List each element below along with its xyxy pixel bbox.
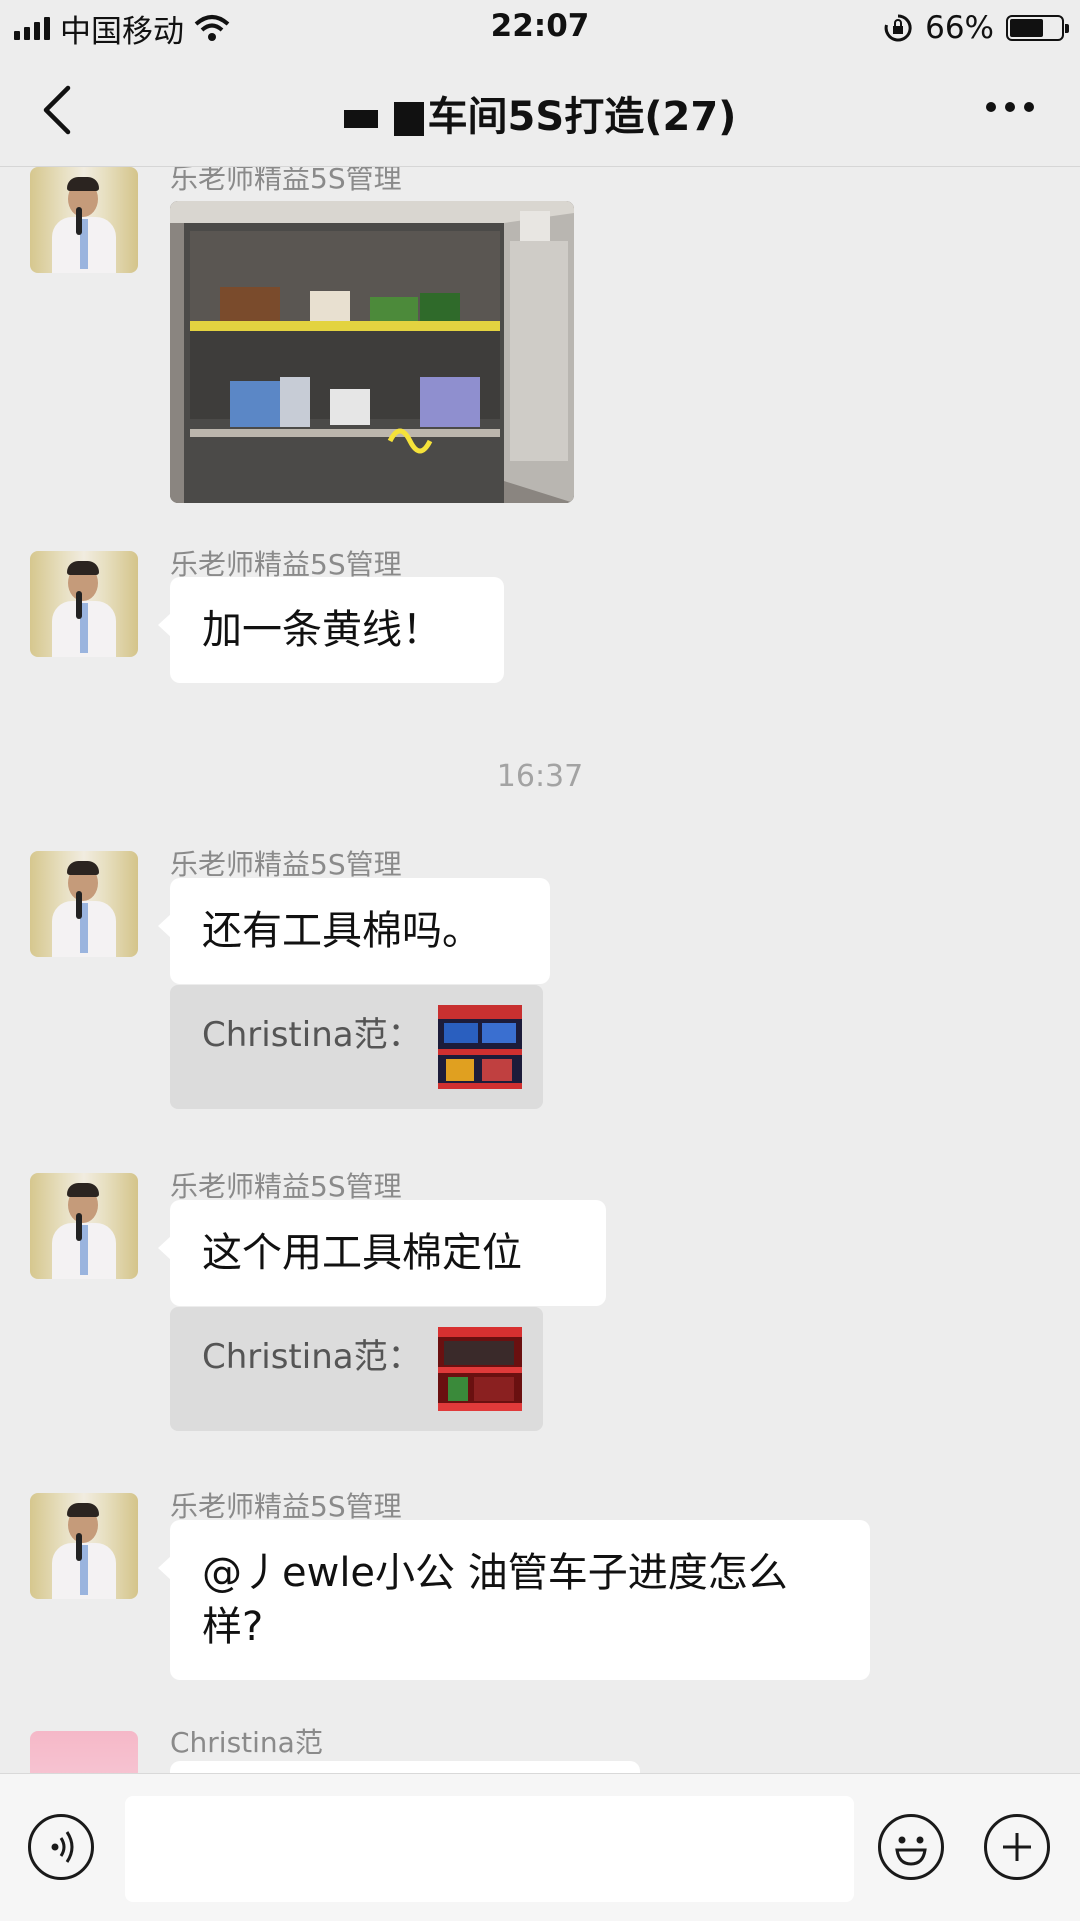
- message-bubble[interactable]: 加一条黄线！: [158, 577, 504, 683]
- more-dots-icon[interactable]: [986, 102, 1034, 112]
- avatar[interactable]: [30, 1731, 138, 1773]
- message-input[interactable]: [125, 1796, 854, 1902]
- avatar[interactable]: [30, 1493, 138, 1599]
- battery-fill: [1010, 19, 1043, 37]
- quoted-message[interactable]: Christina范：: [170, 1307, 543, 1431]
- message-bubble[interactable]: [170, 1761, 640, 1773]
- quote-thumbnail[interactable]: [438, 1327, 522, 1411]
- message-bubble[interactable]: 这个用工具棉定位: [158, 1200, 606, 1306]
- image-message[interactable]: [170, 201, 574, 503]
- timestamp: 16:37: [496, 759, 584, 794]
- chat-title: 车间5S打造(27): [0, 84, 1080, 142]
- sender-name: 乐老师精益5S管理: [170, 1490, 402, 1523]
- message-bubble[interactable]: 还有工具棉吗。: [158, 878, 550, 984]
- avatar[interactable]: [30, 1173, 138, 1279]
- avatar[interactable]: [30, 851, 138, 957]
- plus-icon[interactable]: [984, 1814, 1050, 1880]
- message-bubble[interactable]: @丿ewle小公 油管车子进度怎么样?: [158, 1520, 870, 1680]
- sender-name: 乐老师精益5S管理: [170, 1170, 402, 1203]
- status-bar: 中国移动 22:07 66%: [0, 0, 1080, 54]
- quote-thumbnail[interactable]: [438, 1005, 522, 1089]
- avatar[interactable]: [30, 551, 138, 657]
- voice-icon[interactable]: [28, 1814, 94, 1880]
- sender-name: 乐老师精益5S管理: [170, 848, 402, 881]
- emoji-icon[interactable]: [878, 1814, 944, 1880]
- redaction-mark: [343, 110, 378, 128]
- nav-bar: 车间5S打造(27): [0, 54, 1080, 167]
- quoted-message[interactable]: Christina范：: [170, 985, 543, 1109]
- rotation-lock-icon: [884, 14, 912, 42]
- quote-label: Christina范：: [202, 1015, 422, 1055]
- sender-name: Christina范: [170, 1726, 323, 1759]
- input-bar: [0, 1773, 1080, 1921]
- avatar[interactable]: [30, 167, 138, 273]
- quote-label: Christina范：: [202, 1337, 422, 1377]
- sender-name: 乐老师精益5S管理: [170, 167, 402, 195]
- battery-percent: 66%: [925, 10, 994, 46]
- message-list[interactable]: 乐老师精益5S管理 乐老师精益5S管理 加一条黄线！ 16:37 乐老师精益5S…: [0, 167, 1080, 1773]
- redaction-mark: [393, 102, 424, 136]
- battery-icon: [1006, 15, 1069, 41]
- chat-title-text: 车间5S打造(27): [427, 94, 737, 140]
